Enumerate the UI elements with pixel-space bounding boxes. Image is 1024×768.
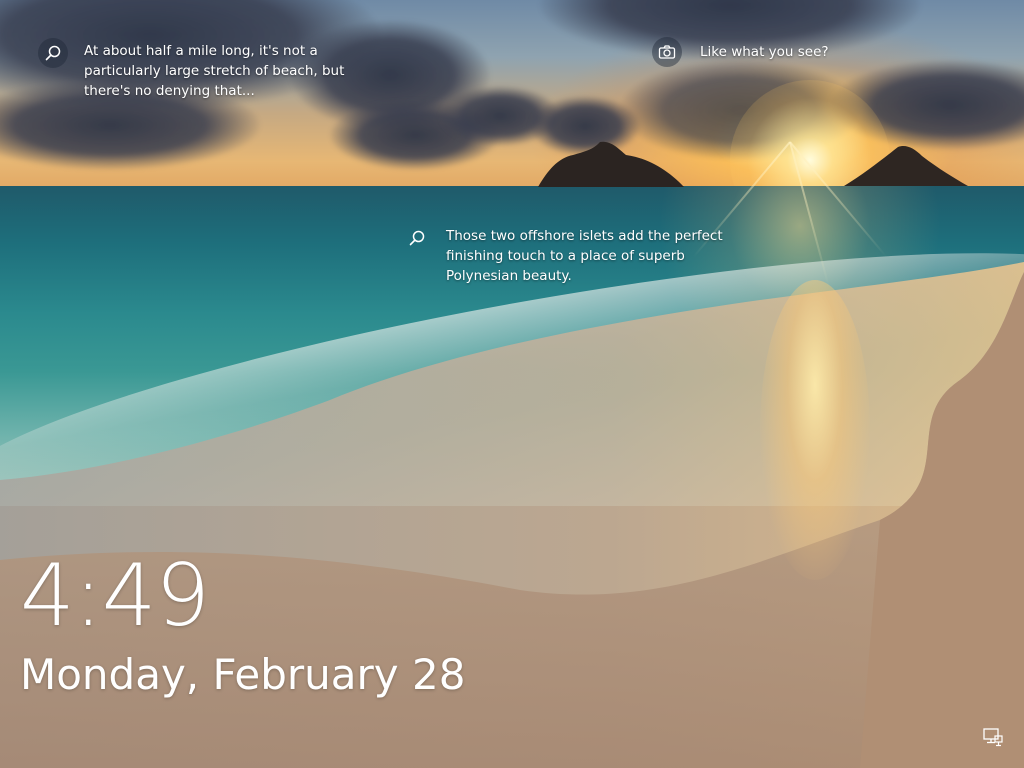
camera-icon[interactable] (652, 37, 682, 67)
like-what-you-see-label[interactable]: Like what you see? (700, 42, 829, 62)
network-wired-icon[interactable] (982, 726, 1004, 748)
spotlight-hotspot-islets[interactable]: Those two offshore islets add the perfec… (402, 223, 746, 286)
hotspot-text[interactable]: Those two offshore islets add the perfec… (446, 226, 746, 286)
lock-screen-time: 4:49 (20, 546, 210, 646)
islet-left (538, 141, 684, 187)
sun-reflection (760, 280, 870, 580)
search-icon[interactable] (38, 38, 68, 68)
spotlight-hotspot-beach[interactable]: At about half a mile long, it's not a pa… (38, 38, 364, 101)
like-what-you-see-button[interactable]: Like what you see? (652, 37, 829, 67)
search-icon[interactable] (402, 223, 432, 253)
lock-screen-date: Monday, February 28 (20, 650, 466, 699)
hotspot-text[interactable]: At about half a mile long, it's not a pa… (84, 41, 364, 101)
islet-right (844, 146, 968, 186)
